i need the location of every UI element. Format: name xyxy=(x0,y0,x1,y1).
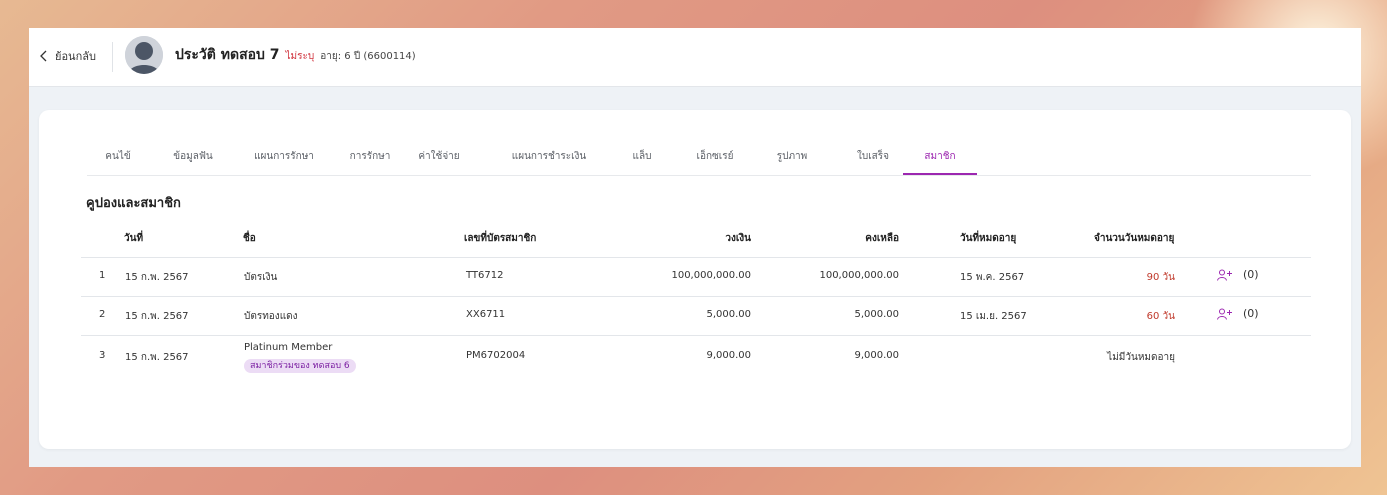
tab-dental-info[interactable]: ข้อมูลฟัน xyxy=(171,146,214,174)
row-balance: 100,000,000.00 xyxy=(819,270,899,281)
row-limit: 5,000.00 xyxy=(706,309,751,320)
row-balance: 5,000.00 xyxy=(854,309,899,320)
row-expiry: 15 เม.ย. 2567 xyxy=(960,311,1027,322)
invite-count: (0) xyxy=(1243,268,1259,281)
row-number: 2 xyxy=(99,309,106,320)
joint-member-badge: สมาชิกร่วมของ ทดสอบ 6 xyxy=(244,359,356,373)
row-number: 1 xyxy=(99,270,106,281)
tab-treatment[interactable]: การรักษา xyxy=(348,146,393,174)
add-member-button[interactable]: (0) xyxy=(1217,268,1259,281)
row-days-left: 60 วัน xyxy=(1146,311,1175,322)
tab-members[interactable]: สมาชิก xyxy=(922,146,957,174)
back-button[interactable]: ย้อนกลับ xyxy=(39,46,96,66)
age-info: อายุ: 6 ปี (6600114) xyxy=(320,51,416,62)
header-expiry: วันที่หมดอายุ xyxy=(960,233,1017,244)
row-card-no: TT6712 xyxy=(466,270,504,281)
row-days-left: 90 วัน xyxy=(1146,272,1175,283)
row-limit: 100,000,000.00 xyxy=(671,270,751,281)
row-date: 15 ก.พ. 2567 xyxy=(125,311,189,322)
row-date: 15 ก.พ. 2567 xyxy=(125,352,189,363)
table-header-divider xyxy=(81,257,1311,258)
avatar xyxy=(125,36,163,74)
row-limit: 9,000.00 xyxy=(706,350,751,361)
header-limit: วงเงิน xyxy=(725,233,751,244)
row-name: บัตรทองแดง xyxy=(244,311,298,322)
row-divider xyxy=(81,335,1311,336)
active-tab-indicator xyxy=(903,173,977,175)
invite-count: (0) xyxy=(1243,307,1259,320)
tab-photos[interactable]: รูปภาพ xyxy=(775,146,810,174)
row-days-left: ไม่มีวันหมดอายุ xyxy=(1107,352,1175,363)
header-card-no: เลขที่บัตรสมาชิก xyxy=(464,233,537,244)
content-card: คนไข้ ข้อมูลฟัน แผนการรักษา การรักษา ค่า… xyxy=(39,110,1351,449)
header-date: วันที่ xyxy=(124,233,144,244)
gender-label: ไม่ระบุ xyxy=(285,51,315,62)
row-date: 15 ก.พ. 2567 xyxy=(125,272,189,283)
add-member-button[interactable]: (0) xyxy=(1217,307,1259,320)
row-name: Platinum Member xyxy=(244,342,333,353)
header-days-left: จำนวนวันหมดอายุ xyxy=(1094,233,1175,244)
row-divider xyxy=(81,296,1311,297)
tab-xray[interactable]: เอ็กซเรย์ xyxy=(695,146,736,174)
patient-title-row: ประวัติ ทดสอบ 7 ไม่ระบุ อายุ: 6 ปี (6600… xyxy=(175,44,416,66)
tab-expenses[interactable]: ค่าใช้จ่าย xyxy=(416,146,461,174)
tab-payment-plan[interactable]: แผนการชำระเงิน xyxy=(510,146,588,174)
row-balance: 9,000.00 xyxy=(854,350,899,361)
row-card-no: PM6702004 xyxy=(466,350,526,361)
page-header: ย้อนกลับ ประวัติ ทดสอบ 7 ไม่ระบุ อายุ: 6… xyxy=(29,28,1361,87)
chevron-left-icon xyxy=(40,50,47,62)
add-user-icon xyxy=(1217,308,1232,320)
add-user-icon xyxy=(1217,269,1232,281)
user-avatar-icon xyxy=(125,36,163,74)
header-balance: คงเหลือ xyxy=(865,233,899,244)
tab-lab[interactable]: แล็บ xyxy=(631,146,654,174)
patient-title: ประวัติ ทดสอบ 7 xyxy=(175,47,280,63)
row-number: 3 xyxy=(99,350,106,361)
header-divider xyxy=(112,42,113,72)
app-window: ย้อนกลับ ประวัติ ทดสอบ 7 ไม่ระบุ อายุ: 6… xyxy=(29,28,1361,467)
section-title: คูปองและสมาชิก xyxy=(86,196,181,211)
tab-patient[interactable]: คนไข้ xyxy=(103,146,132,174)
row-card-no: XX6711 xyxy=(466,309,506,320)
row-name: บัตรเงิน xyxy=(244,272,278,283)
header-name: ชื่อ xyxy=(243,233,256,244)
row-expiry: 15 พ.ค. 2567 xyxy=(960,272,1025,283)
tab-treatment-plan[interactable]: แผนการรักษา xyxy=(252,146,316,174)
tab-receipts[interactable]: ใบเสร็จ xyxy=(855,146,891,174)
back-label: ย้อนกลับ xyxy=(55,50,96,63)
tab-bar: คนไข้ ข้อมูลฟัน แผนการรักษา การรักษา ค่า… xyxy=(87,146,1311,176)
